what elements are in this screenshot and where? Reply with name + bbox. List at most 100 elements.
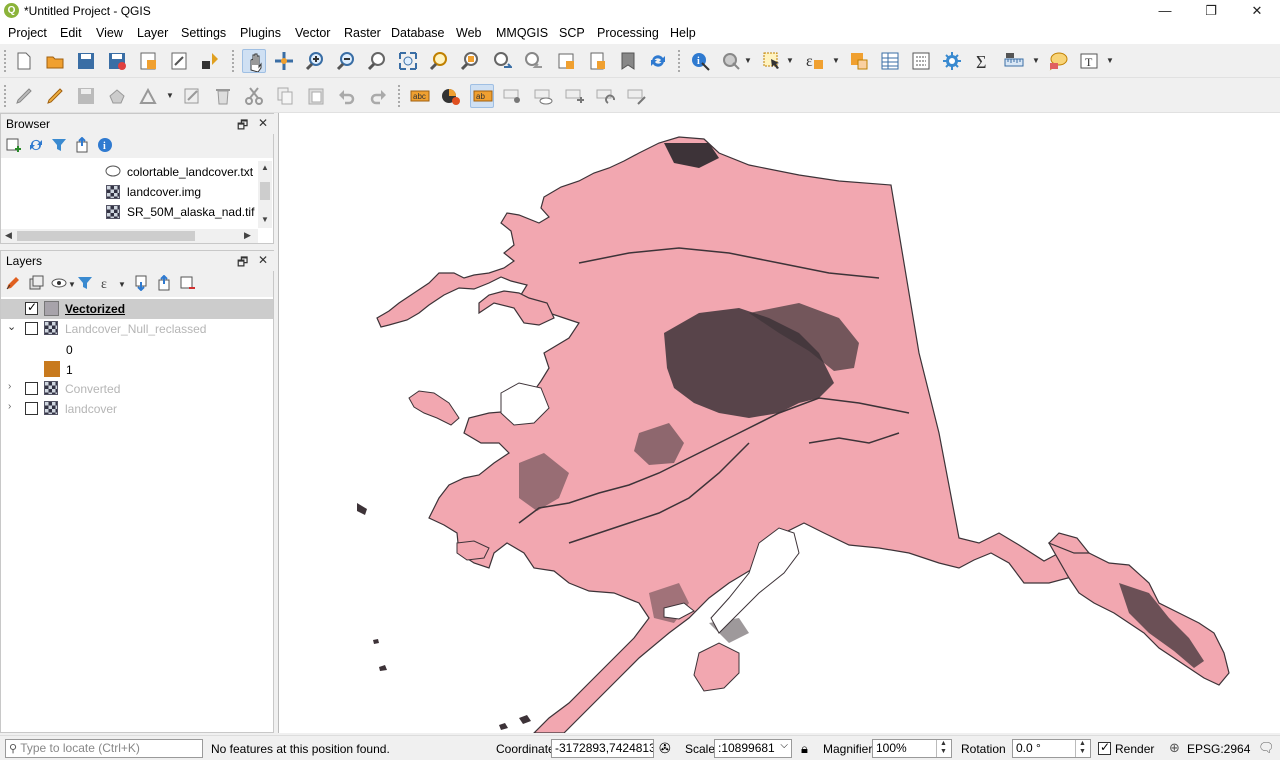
select-features-button[interactable] bbox=[760, 49, 784, 73]
chevron-down-icon[interactable]: ▼ bbox=[832, 56, 840, 65]
expand-all-icon[interactable] bbox=[133, 275, 151, 293]
menu-web[interactable]: Web bbox=[456, 26, 481, 40]
toolbar-grip[interactable] bbox=[4, 50, 8, 72]
rotation-stepper[interactable]: ▲ ▼ bbox=[1075, 740, 1089, 757]
map-tips-button[interactable] bbox=[1046, 49, 1070, 73]
minimize-button[interactable]: — bbox=[1142, 0, 1188, 22]
paste-features-button[interactable] bbox=[304, 84, 328, 108]
scroll-left-icon[interactable]: ◀ bbox=[5, 230, 12, 241]
globe-icon[interactable]: ⊕ bbox=[1169, 740, 1180, 756]
layer-row-landcover[interactable]: › landcover bbox=[1, 399, 273, 419]
new-bookmark-button[interactable] bbox=[585, 49, 609, 73]
zoom-to-layer-button[interactable] bbox=[458, 49, 482, 73]
layer-labeling-button[interactable]: abc bbox=[408, 84, 432, 108]
layer-visibility-checkbox[interactable] bbox=[25, 382, 38, 395]
digitize-button[interactable] bbox=[105, 84, 129, 108]
measure-button[interactable] bbox=[1002, 49, 1026, 73]
menu-plugins[interactable]: Plugins bbox=[240, 26, 281, 40]
restore-button[interactable]: ❐ bbox=[1188, 0, 1234, 22]
chevron-down-icon[interactable]: ▼ bbox=[786, 56, 794, 65]
statistical-summary-button[interactable]: Σ bbox=[971, 49, 995, 73]
add-group-icon[interactable] bbox=[28, 275, 46, 293]
crs-button[interactable]: EPSG:2964 bbox=[1187, 742, 1250, 756]
save-as-button[interactable] bbox=[105, 49, 129, 73]
layer-visibility-checkbox[interactable] bbox=[25, 402, 38, 415]
manage-visibility-icon[interactable] bbox=[51, 275, 69, 293]
expand-chevron-icon[interactable]: › bbox=[8, 381, 11, 392]
menu-layer[interactable]: Layer bbox=[137, 26, 168, 40]
filter-legend-icon[interactable] bbox=[77, 275, 95, 293]
layout-manager-button[interactable] bbox=[167, 49, 191, 73]
new-project-button[interactable] bbox=[12, 49, 36, 73]
zoom-out-button[interactable] bbox=[334, 49, 358, 73]
zoom-in-button[interactable] bbox=[303, 49, 327, 73]
lock-scale-icon[interactable]: 🔒︎ bbox=[801, 741, 808, 757]
layer-visibility-checkbox[interactable] bbox=[25, 300, 38, 315]
close-panel-icon[interactable]: ✕ bbox=[258, 116, 268, 130]
menu-scp[interactable]: SCP bbox=[559, 26, 585, 40]
properties-info-icon[interactable]: i bbox=[97, 137, 115, 155]
layer-diagram-button[interactable] bbox=[439, 84, 463, 108]
identify-features-button[interactable]: i bbox=[688, 49, 712, 73]
redo-button[interactable] bbox=[366, 84, 390, 108]
collapse-all-icon[interactable] bbox=[156, 274, 174, 293]
toolbar-grip[interactable] bbox=[4, 85, 8, 107]
menu-raster[interactable]: Raster bbox=[344, 26, 381, 40]
magnifier-stepper[interactable]: ▲ ▼ bbox=[936, 740, 950, 757]
new-print-layout-button[interactable] bbox=[136, 49, 160, 73]
deselect-features-button[interactable] bbox=[847, 49, 871, 73]
add-selected-layers-icon[interactable] bbox=[5, 137, 23, 155]
close-panel-icon[interactable]: ✕ bbox=[258, 253, 268, 267]
zoom-full-button[interactable] bbox=[396, 49, 420, 73]
toolbar-grip[interactable] bbox=[678, 50, 682, 72]
processing-toolbox-button[interactable] bbox=[940, 49, 964, 73]
menu-processing[interactable]: Processing bbox=[597, 26, 659, 40]
chevron-down-icon[interactable]: ▼ bbox=[744, 56, 752, 65]
collapse-all-icon[interactable] bbox=[74, 136, 92, 155]
show-hide-labels-button[interactable] bbox=[532, 84, 556, 108]
zoom-next-button[interactable] bbox=[521, 49, 545, 73]
toolbar-grip[interactable] bbox=[398, 85, 402, 107]
locator-search-input[interactable]: ⚲ Type to locate (Ctrl+K) bbox=[5, 739, 203, 758]
chevron-down-icon[interactable]: ⌵ bbox=[780, 740, 788, 751]
layer-visibility-checkbox[interactable] bbox=[25, 322, 38, 335]
field-calculator-button[interactable] bbox=[909, 49, 933, 73]
move-label-button[interactable] bbox=[563, 84, 587, 108]
undo-button[interactable] bbox=[335, 84, 359, 108]
zoom-to-selection-button[interactable] bbox=[427, 49, 451, 73]
layer-styling-icon[interactable] bbox=[5, 275, 23, 293]
remove-layer-icon[interactable] bbox=[179, 275, 197, 293]
vertex-tool-button[interactable] bbox=[136, 84, 160, 108]
zoom-native-button[interactable] bbox=[365, 49, 389, 73]
pan-map-button[interactable] bbox=[242, 49, 266, 73]
menu-help[interactable]: Help bbox=[670, 26, 696, 40]
expand-chevron-icon[interactable]: ⌄ bbox=[7, 320, 16, 333]
menu-database[interactable]: Database bbox=[391, 26, 445, 40]
browser-vertical-scrollbar[interactable]: ▲ ▼ bbox=[258, 161, 272, 228]
highlight-pinned-labels-button[interactable]: ab bbox=[470, 84, 494, 108]
menu-edit[interactable]: Edit bbox=[60, 26, 82, 40]
alaska-map[interactable] bbox=[279, 113, 1279, 734]
zoom-last-button[interactable] bbox=[490, 49, 514, 73]
chevron-down-icon[interactable]: ▼ bbox=[166, 91, 174, 100]
attribute-table-button[interactable] bbox=[878, 49, 902, 73]
rotate-label-button[interactable] bbox=[594, 84, 618, 108]
filter-by-expression-icon[interactable]: ε bbox=[100, 275, 118, 293]
style-manager-button[interactable] bbox=[198, 49, 222, 73]
chevron-down-icon[interactable]: ▼ bbox=[118, 280, 126, 289]
toggle-extents-mouse-icon[interactable]: ✇ bbox=[659, 740, 671, 757]
toolbar-grip[interactable] bbox=[232, 50, 236, 72]
save-project-button[interactable] bbox=[74, 49, 98, 73]
scroll-thumb[interactable] bbox=[17, 231, 195, 241]
new-map-view-button[interactable] bbox=[554, 49, 578, 73]
select-by-expression-button[interactable]: ε bbox=[802, 49, 826, 73]
menu-project[interactable]: Project bbox=[8, 26, 47, 40]
render-checkbox[interactable] bbox=[1098, 740, 1111, 755]
delete-selected-button[interactable] bbox=[211, 84, 235, 108]
menu-mmqgis[interactable]: MMQGIS bbox=[496, 26, 548, 40]
text-annotation-button[interactable]: T bbox=[1077, 49, 1101, 73]
toggle-editing-button[interactable] bbox=[43, 84, 67, 108]
expand-chevron-icon[interactable]: › bbox=[8, 401, 11, 412]
scroll-thumb[interactable] bbox=[260, 182, 270, 200]
layer-row-vectorized[interactable]: Vectorized bbox=[1, 299, 273, 319]
